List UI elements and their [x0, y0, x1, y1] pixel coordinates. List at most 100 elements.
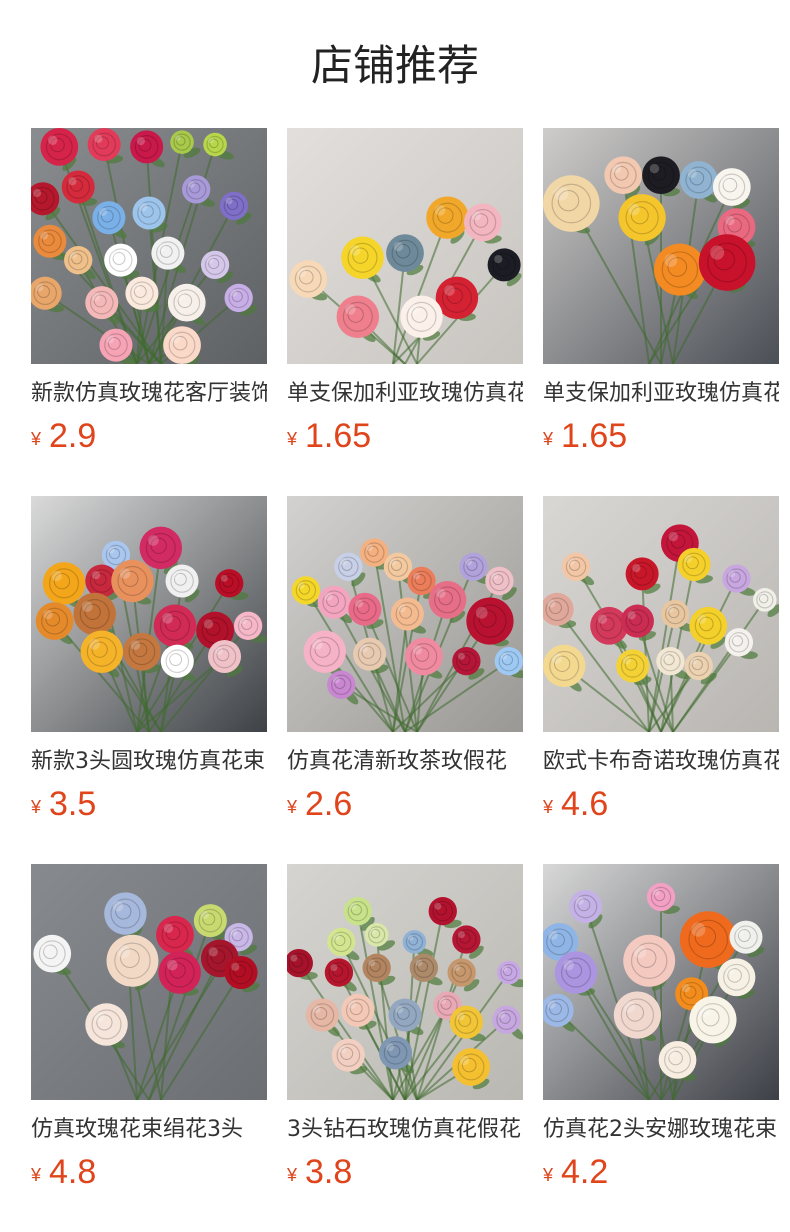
- rose-bloom: [219, 191, 249, 221]
- rose-bloom: [165, 564, 199, 598]
- product-name[interactable]: 欧式卡布奇诺玫瑰仿真花: [543, 746, 779, 778]
- product-name[interactable]: 单支保加利亚玫瑰仿真花: [287, 378, 523, 410]
- rose-bloom: [554, 951, 598, 994]
- product-image[interactable]: [287, 496, 523, 732]
- rose-bloom: [677, 547, 711, 581]
- rose-bloom: [712, 168, 751, 206]
- product-image[interactable]: [31, 864, 267, 1100]
- product-image[interactable]: [287, 128, 523, 364]
- product-image[interactable]: [543, 128, 779, 364]
- rose-bloom: [428, 580, 467, 619]
- rose-bloom: [753, 588, 777, 612]
- rose-bloom: [331, 1038, 365, 1072]
- rose-bloom: [163, 326, 201, 364]
- product-card[interactable]: 单支保加利亚玫瑰仿真花 ¥1.65: [287, 128, 523, 455]
- rose-bloom: [568, 889, 602, 923]
- rose-bloom: [400, 295, 443, 339]
- currency-symbol: ¥: [543, 797, 554, 817]
- rose-bloom: [182, 175, 211, 204]
- rose-bloom: [153, 604, 197, 648]
- product-name[interactable]: 3头钻石玫瑰仿真花假花: [287, 1114, 523, 1146]
- rose-bloom: [233, 611, 263, 640]
- rose-bloom: [111, 559, 154, 603]
- rose-bloom: [388, 998, 422, 1032]
- product-card[interactable]: 单支保加利亚玫瑰仿真花 ¥1.65: [543, 128, 779, 455]
- rose-bloom: [305, 998, 339, 1032]
- rose-bloom: [679, 161, 718, 199]
- rose-bloom: [73, 592, 116, 636]
- product-image[interactable]: [287, 864, 523, 1100]
- product-name[interactable]: 仿真玫瑰花束绢花3头: [31, 1114, 267, 1146]
- rose-bloom: [613, 991, 661, 1039]
- flower-photo: [543, 864, 779, 1100]
- product-price: ¥4.6: [543, 784, 608, 824]
- rose-bloom: [459, 552, 488, 581]
- rose-bloom: [341, 993, 375, 1027]
- rose-bloom: [426, 196, 469, 239]
- rose-bloom: [390, 597, 424, 631]
- rose-bloom: [623, 934, 676, 987]
- rose-bloom: [336, 295, 380, 339]
- product-card[interactable]: 仿真玫瑰花束绢花3头 ¥4.8: [31, 864, 267, 1191]
- rose-bloom: [200, 250, 230, 280]
- rose-bloom: [291, 576, 321, 605]
- rose-bloom: [64, 246, 93, 275]
- price-amount: 4.6: [561, 785, 609, 823]
- product-image[interactable]: [31, 128, 267, 364]
- product-grid: 新款仿真玫瑰花客厅装饰 ¥2.9 单支保加利亚玫瑰仿真花 ¥1.65 单支保加利…: [31, 128, 790, 1191]
- product-card[interactable]: 新款3头圆玫瑰仿真花束 ¥3.5: [31, 496, 267, 823]
- flower-photo: [543, 128, 779, 364]
- rose-bloom: [383, 552, 413, 581]
- rose-bloom: [132, 196, 166, 230]
- product-card[interactable]: 新款仿真玫瑰花客厅装饰 ¥2.9: [31, 128, 267, 455]
- product-name[interactable]: 仿真花清新玫茶玫假花: [287, 746, 523, 778]
- rose-bloom: [167, 283, 206, 322]
- product-image[interactable]: [31, 496, 267, 732]
- product-card[interactable]: 仿真花清新玫茶玫假花 ¥2.6: [287, 496, 523, 823]
- rose-bloom: [327, 670, 356, 699]
- rose-bloom: [494, 647, 523, 676]
- page-title: 店铺推荐: [310, 41, 479, 90]
- product-card[interactable]: 3头钻石玫瑰仿真花假花 ¥3.8: [287, 864, 523, 1191]
- rose-bloom: [653, 243, 706, 296]
- product-card[interactable]: 仿真花2头安娜玫瑰花束 ¥4.2: [543, 864, 779, 1191]
- rose-bloom: [620, 604, 654, 638]
- rose-bloom: [405, 637, 443, 676]
- rose-bloom: [104, 243, 138, 277]
- product-name[interactable]: 单支保加利亚玫瑰仿真花: [543, 378, 779, 410]
- product-name[interactable]: 新款3头圆玫瑰仿真花束: [31, 746, 267, 778]
- rose-bloom: [409, 953, 439, 982]
- rose-bloom: [452, 925, 481, 954]
- rose-bloom: [492, 1005, 521, 1034]
- flower-photo: [31, 128, 267, 364]
- rose-bloom: [289, 260, 328, 298]
- rose-bloom: [324, 958, 354, 987]
- rose-bloom: [642, 156, 680, 195]
- flower-photo: [287, 128, 523, 364]
- rose-bloom: [353, 637, 387, 671]
- rose-bloom: [85, 286, 119, 320]
- rose-bloom: [447, 958, 476, 987]
- rose-bloom: [40, 128, 79, 166]
- product-name[interactable]: 新款仿真玫瑰花客厅装饰: [31, 378, 267, 410]
- rose-bloom: [104, 892, 147, 935]
- rose-bloom: [35, 602, 74, 640]
- product-image[interactable]: [543, 864, 779, 1100]
- rose-bloom: [343, 897, 372, 926]
- price-amount: 2.6: [305, 785, 353, 823]
- rose-bloom: [151, 236, 185, 270]
- rose-bloom: [360, 538, 389, 567]
- price-amount: 3.8: [305, 1153, 353, 1191]
- flower-photo: [543, 496, 779, 732]
- rose-bloom: [224, 283, 253, 313]
- rose-bloom: [348, 592, 382, 626]
- price-amount: 4.2: [561, 1153, 609, 1191]
- product-card[interactable]: 欧式卡布奇诺玫瑰仿真花 ¥4.6: [543, 496, 779, 823]
- product-name[interactable]: 仿真花2头安娜玫瑰花束: [543, 1114, 779, 1146]
- product-image[interactable]: [543, 496, 779, 732]
- rose-bloom: [203, 132, 227, 157]
- rose-bloom: [466, 597, 514, 645]
- rose-bloom: [170, 130, 194, 154]
- rose-bloom: [485, 566, 514, 596]
- product-price: ¥3.8: [287, 1152, 352, 1192]
